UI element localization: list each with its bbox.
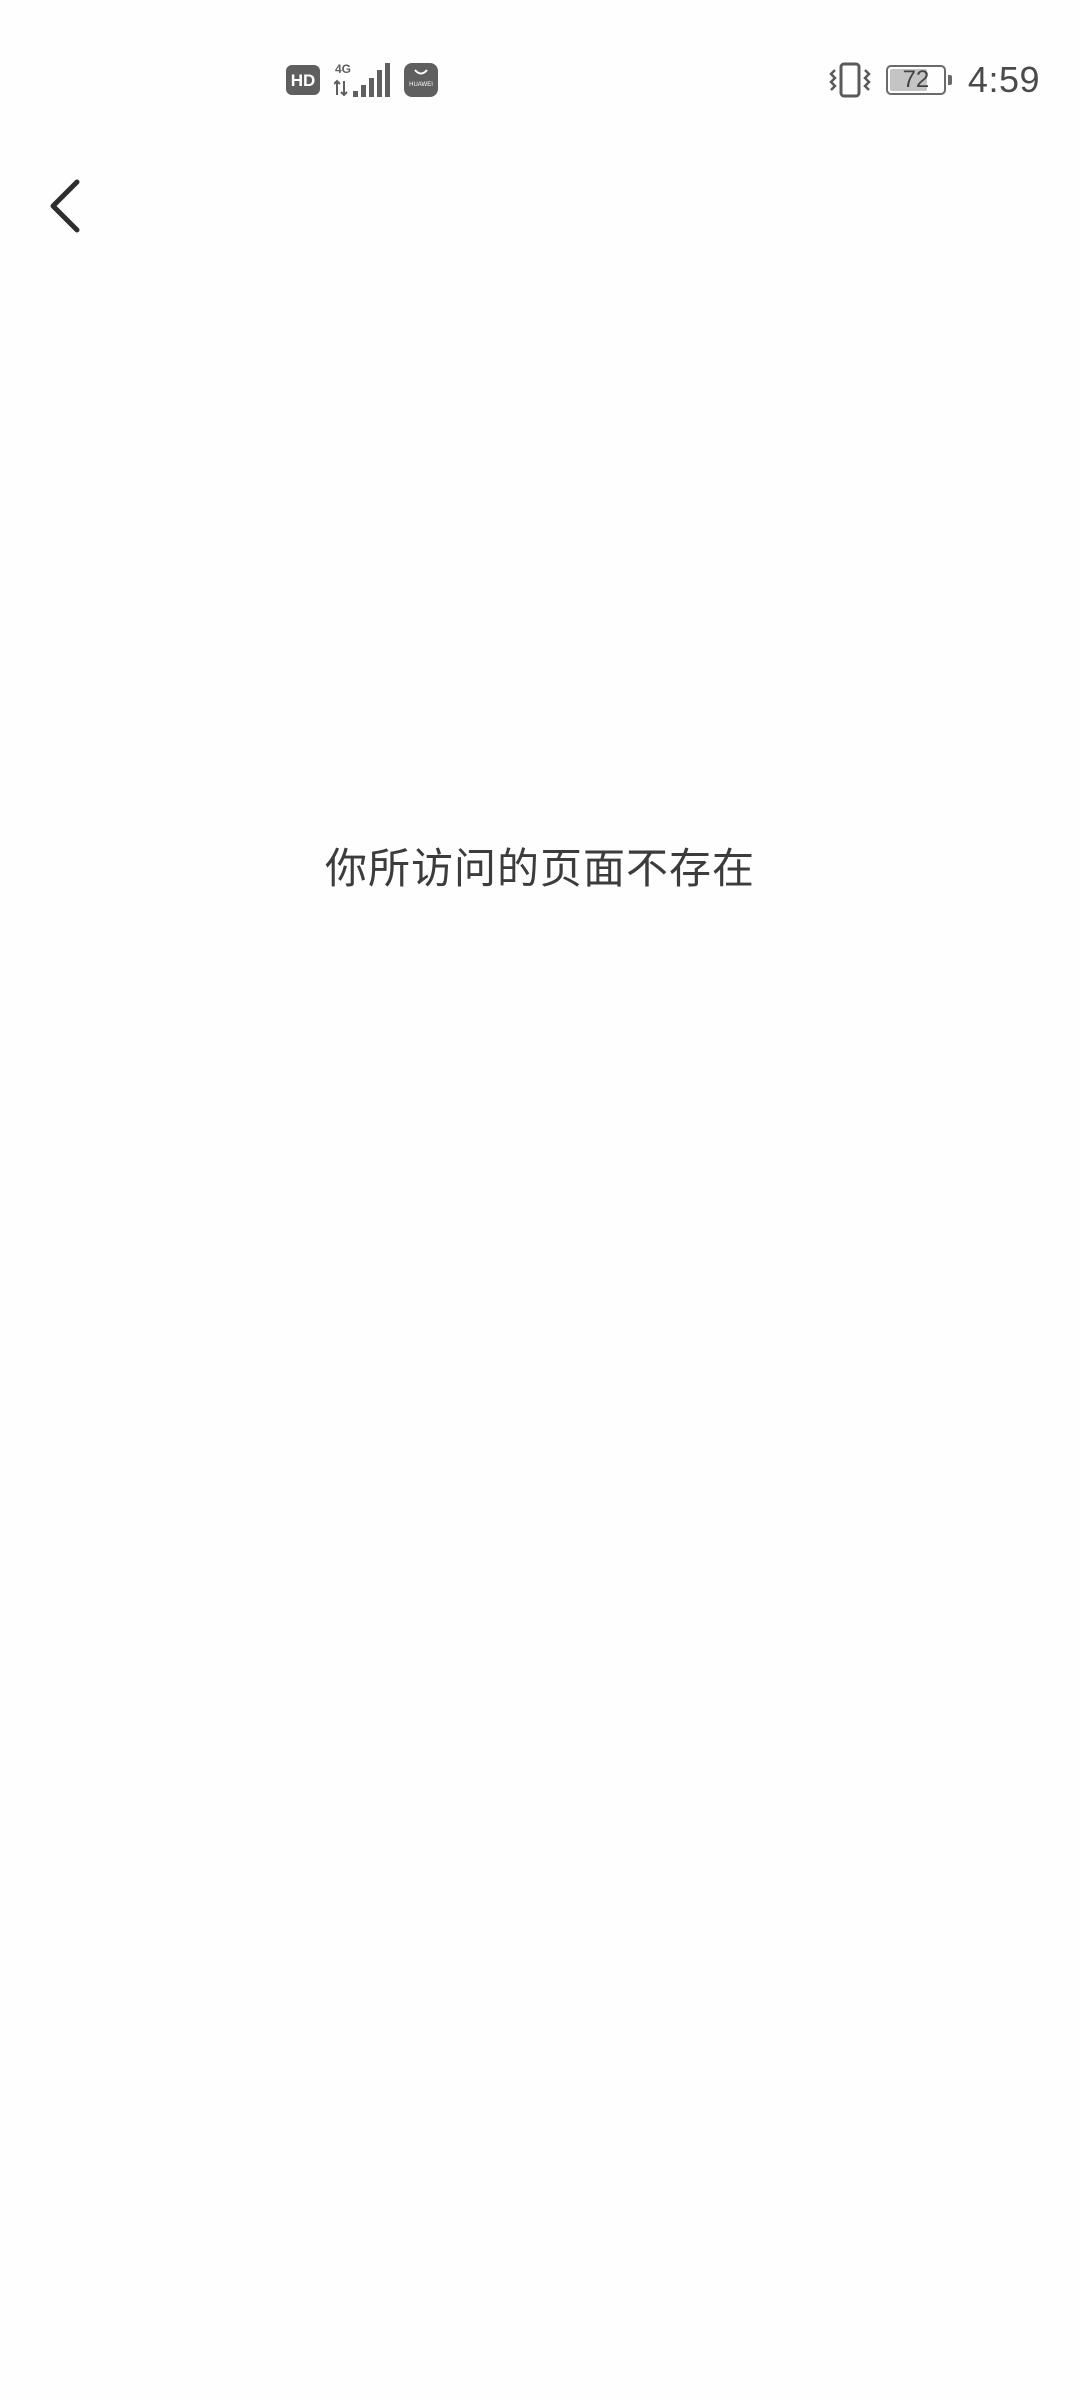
network-label: 4G <box>335 62 351 76</box>
hd-label: HD <box>291 71 316 90</box>
status-left-icons: HD 4G HUAWEI <box>286 60 438 100</box>
battery-icon: 72 <box>885 65 952 95</box>
back-button[interactable] <box>34 166 96 246</box>
status-right-icons: 72 4:59 <box>828 54 1040 106</box>
chevron-left-icon <box>50 179 80 233</box>
status-time: 4:59 <box>967 59 1040 100</box>
status-bar: HD 4G HUAWEI 72 4:59 <box>0 0 1080 150</box>
battery-indicator: 72 <box>885 65 954 95</box>
hd-icon: HD <box>286 65 320 95</box>
battery-tip <box>947 75 952 85</box>
huawei-appgallery-icon: HUAWEI <box>404 63 438 97</box>
signal-4g-icon: 4G <box>334 62 390 97</box>
battery-level: 72 <box>902 66 930 93</box>
page-not-found-message: 你所访问的页面不存在 <box>324 844 755 893</box>
vibrate-icon <box>829 62 871 98</box>
store-label: HUAWEI <box>409 82 433 88</box>
